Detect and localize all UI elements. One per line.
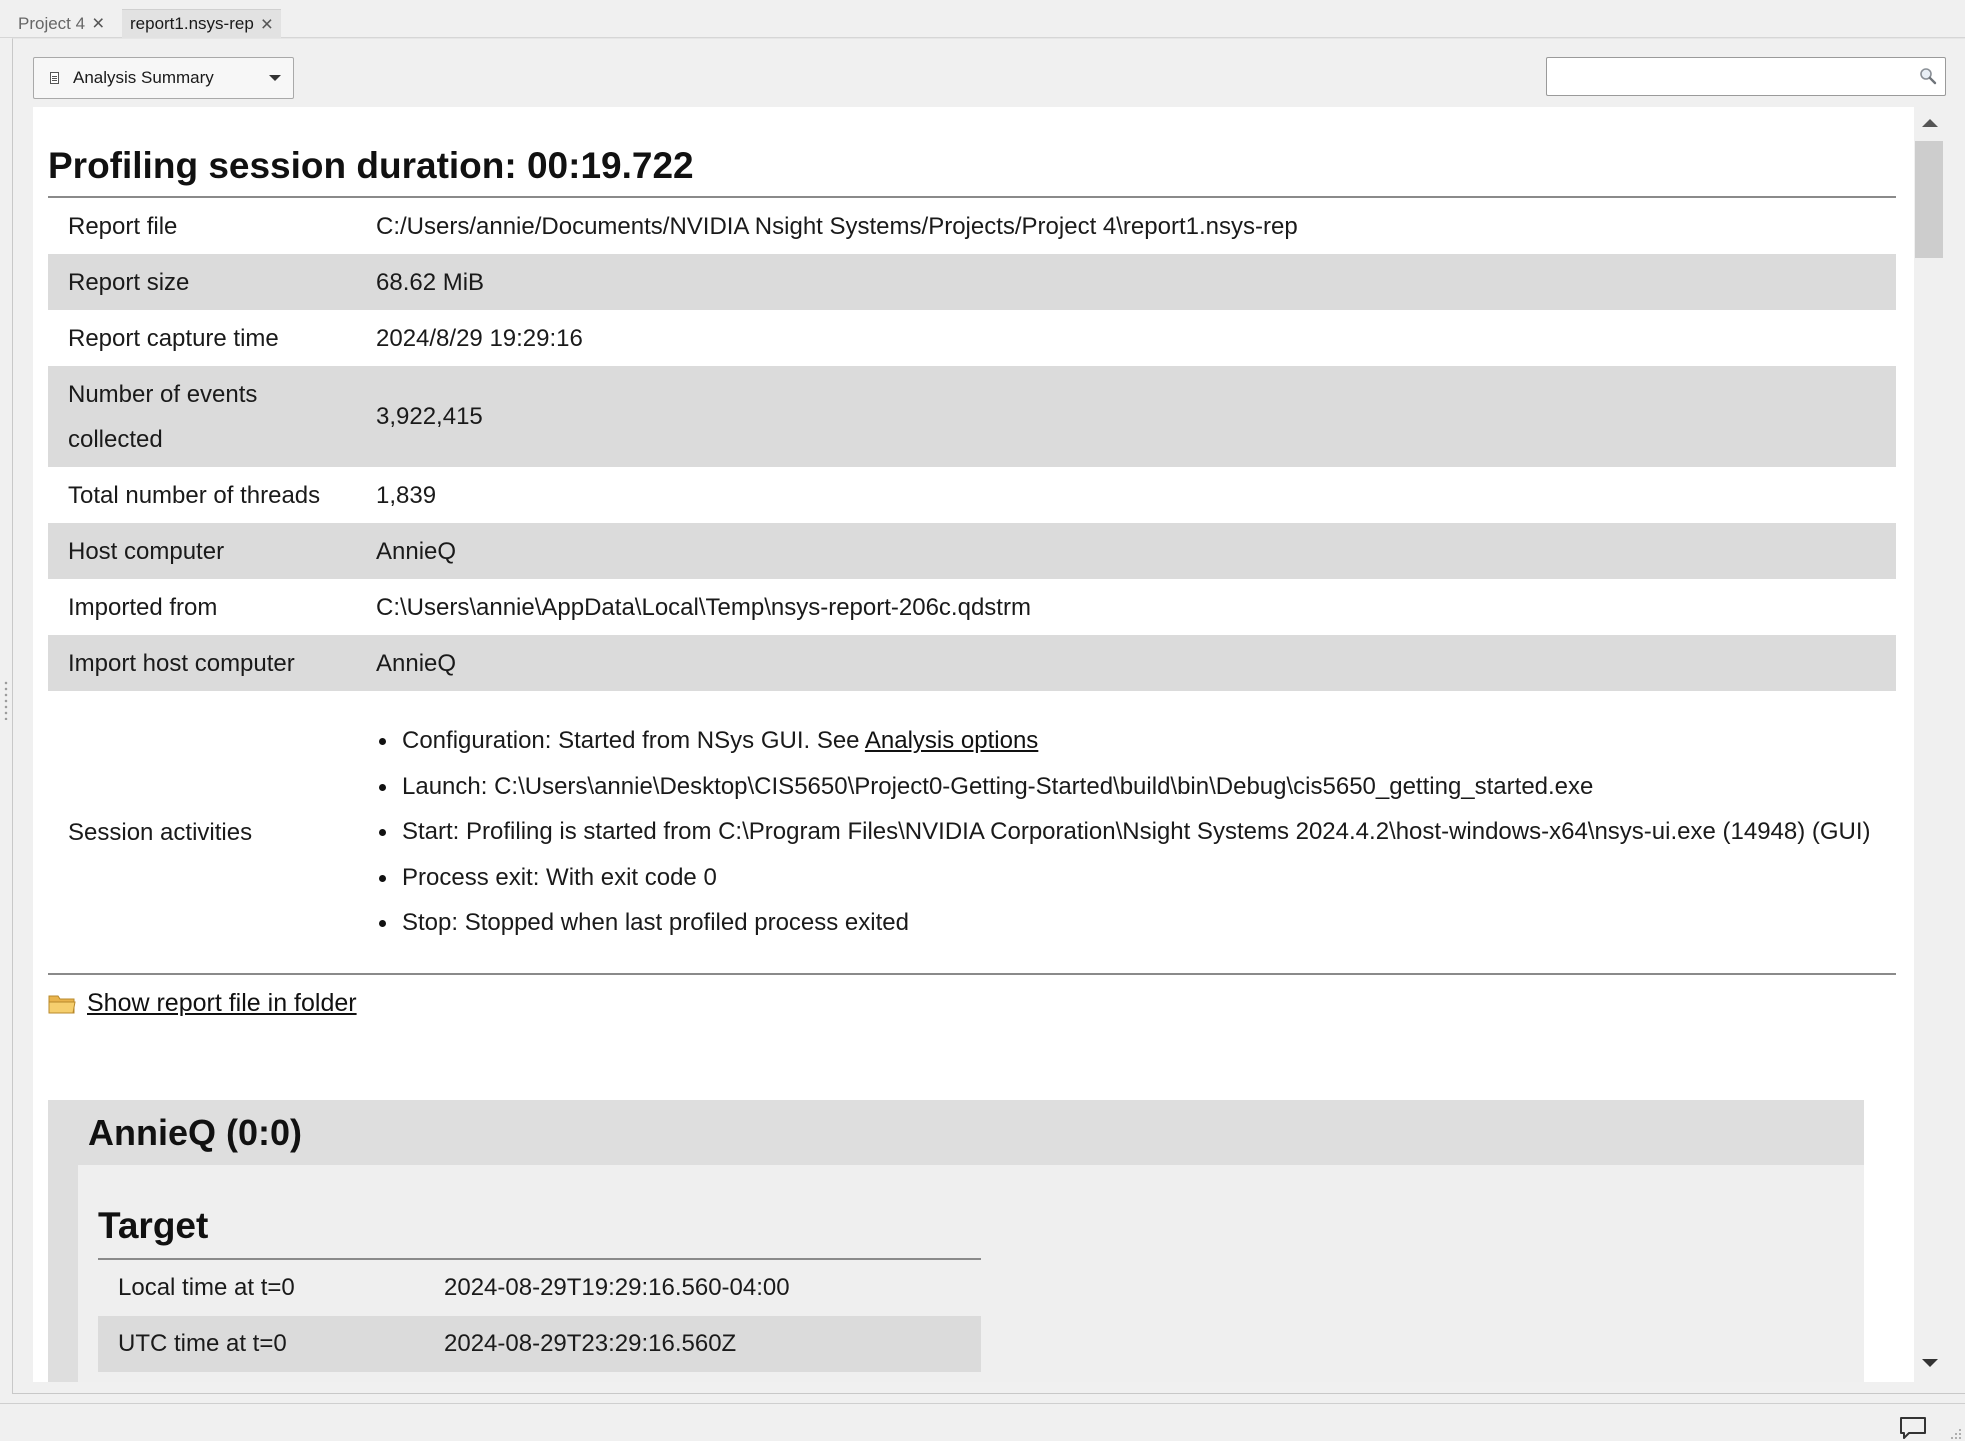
scrollbar-thumb[interactable] <box>1915 141 1943 258</box>
row-value: 68.62 MiB <box>376 268 485 296</box>
analysis-summary-view[interactable]: Profiling session duration: 00:19.722 Re… <box>33 107 1914 1382</box>
row-key: Total number of threads <box>68 481 321 509</box>
status-bar <box>0 1403 1965 1441</box>
table-row: Host computer AnnieQ <box>48 523 1896 579</box>
page-title: Profiling session duration: 00:19.722 <box>48 145 694 186</box>
view-selector-dropdown[interactable]: Analysis Summary <box>33 57 294 99</box>
view-selector-label: Analysis Summary <box>73 68 214 87</box>
row-value: C:/Users/annie/Documents/NVIDIA Nsight S… <box>376 212 1298 240</box>
row-value: 1,839 <box>376 481 437 509</box>
summary-table: Report file C:/Users/annie/Documents/NVI… <box>48 198 1896 975</box>
show-folder-link[interactable]: Show report file in folder <box>87 989 357 1018</box>
list-item: Launch: C:\Users\annie\Desktop\CIS5650\P… <box>376 764 1876 810</box>
search-icon[interactable] <box>1919 67 1937 85</box>
row-key: UTC time at t=0 <box>118 1330 287 1357</box>
analysis-options-link[interactable]: Analysis options <box>865 727 1038 754</box>
table-row: Report capture time 2024/8/29 19:29:16 <box>48 310 1896 366</box>
scroll-down-icon[interactable] <box>1922 1359 1938 1367</box>
row-value: C:\Users\annie\AppData\Local\Temp\nsys-r… <box>376 593 1031 621</box>
vertical-scrollbar[interactable] <box>1914 107 1944 1382</box>
session-activities-row: Session activities Configuration: Starte… <box>48 691 1896 975</box>
table-row: Report file C:/Users/annie/Documents/NVI… <box>48 198 1896 254</box>
splitter-handle[interactable] <box>3 680 9 720</box>
row-key: Report capture time <box>68 324 279 352</box>
row-value: AnnieQ <box>376 649 457 677</box>
row-value: AnnieQ <box>376 537 457 565</box>
close-icon[interactable]: × <box>261 14 273 35</box>
row-key: Local time at t=0 <box>118 1274 295 1301</box>
folder-icon <box>48 995 76 1013</box>
list-item: Start: Profiling is started from C:\Prog… <box>376 809 1876 855</box>
show-report-in-folder[interactable]: Show report file in folder <box>48 989 357 1018</box>
session-activities-list: Configuration: Started from NSys GUI. Se… <box>376 718 1876 946</box>
row-key: Host computer <box>68 537 225 565</box>
tab-label: Project 4 <box>18 13 86 33</box>
table-row: Local time at t=0 2024-08-29T19:29:16.56… <box>98 1260 981 1316</box>
row-value: 2024/8/29 19:29:16 <box>376 324 583 352</box>
row-key: Number of events collected <box>68 380 258 453</box>
table-row: Number of events collected 3,922,415 <box>48 366 1896 467</box>
list-item: Configuration: Started from NSys GUI. Se… <box>376 718 1876 764</box>
search-field[interactable] <box>1546 57 1946 96</box>
table-row: UTC time at t=0 2024-08-29T23:29:16.560Z <box>98 1316 981 1372</box>
list-item: Process exit: With exit code 0 <box>376 855 1876 901</box>
table-row: Report size 68.62 MiB <box>48 254 1896 310</box>
tab-label: report1.nsys-rep <box>130 14 254 33</box>
row-key: Report size <box>68 268 190 296</box>
tab-report1[interactable]: report1.nsys-rep × <box>122 9 282 38</box>
host-section-body: Target Local time at t=0 2024-08-29T19:2… <box>78 1165 1864 1382</box>
document-icon <box>50 72 59 84</box>
resize-grip-icon[interactable] <box>1948 1426 1962 1440</box>
table-row: Total number of threads 1,839 <box>48 467 1896 523</box>
session-activities-list-cell: Configuration: Started from NSys GUI. Se… <box>376 691 1896 975</box>
row-key: Imported from <box>68 593 218 621</box>
chevron-down-icon <box>269 75 281 81</box>
host-section: AnnieQ (0:0) Target Local time at t=0 20… <box>48 1100 1864 1382</box>
row-value: 2024-08-29T23:29:16.560Z <box>444 1330 737 1357</box>
list-item: Stop: Stopped when last profiled process… <box>376 900 1876 946</box>
close-icon[interactable]: × <box>92 13 104 34</box>
row-key: Session activities <box>48 691 376 975</box>
target-table: Local time at t=0 2024-08-29T19:29:16.56… <box>98 1260 981 1372</box>
search-input[interactable] <box>1553 62 1893 91</box>
row-key: Import host computer <box>68 649 295 677</box>
table-row: Imported from C:\Users\annie\AppData\Loc… <box>48 579 1896 635</box>
app-window: Project 4 × report1.nsys-rep × Analysis … <box>0 0 1965 1441</box>
chat-bubble-icon[interactable] <box>1899 1416 1927 1440</box>
tab-project-4[interactable]: Project 4 × <box>10 9 112 38</box>
row-value: 2024-08-29T19:29:16.560-04:00 <box>444 1274 790 1301</box>
table-row: Import host computer AnnieQ <box>48 635 1896 691</box>
tab-bar: Project 4 × report1.nsys-rep × <box>0 0 1965 38</box>
host-title: AnnieQ (0:0) <box>88 1112 303 1153</box>
target-heading: Target <box>98 1205 209 1246</box>
scroll-up-icon[interactable] <box>1922 119 1938 127</box>
row-value: 3,922,415 <box>376 403 483 430</box>
activity-configuration-text: Configuration: Started from NSys GUI. Se… <box>402 727 865 755</box>
row-key: Report file <box>68 212 178 240</box>
